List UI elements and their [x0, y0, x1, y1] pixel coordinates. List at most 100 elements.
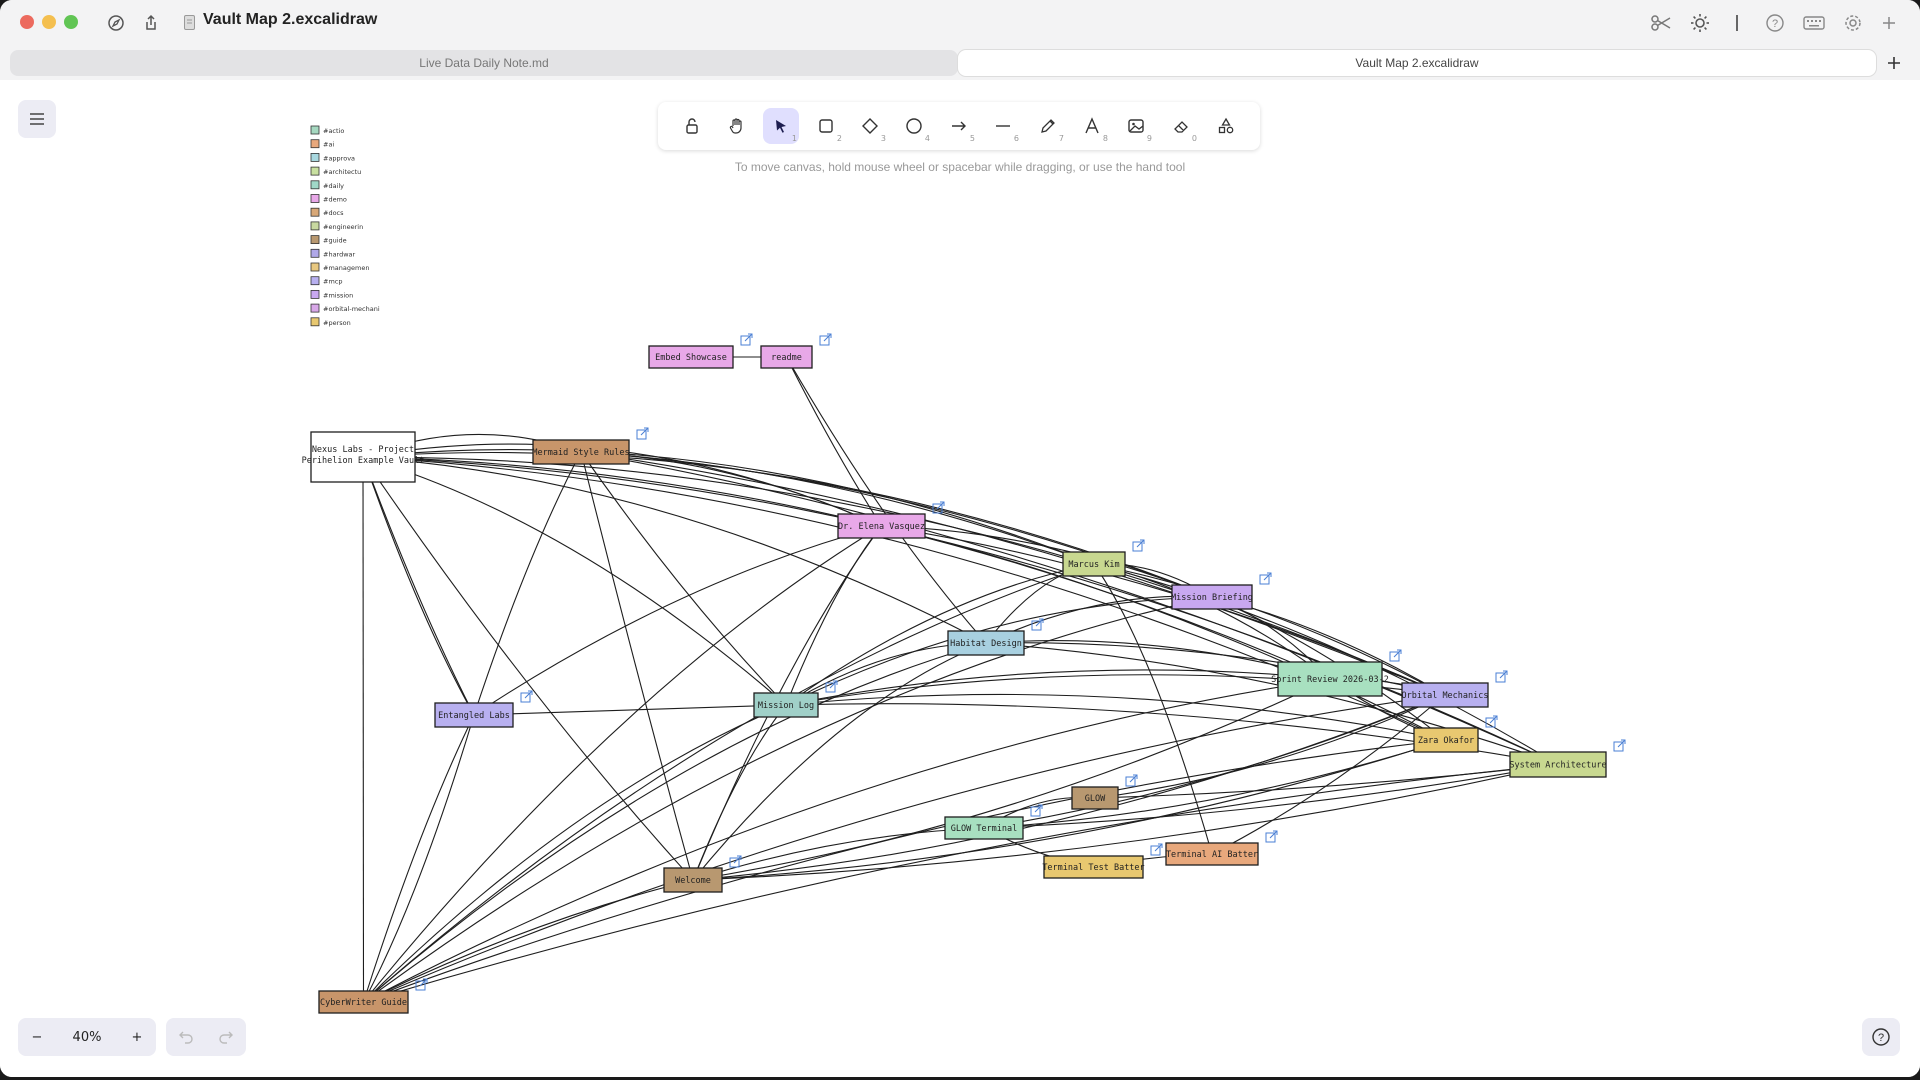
legend-item[interactable]: #guide [310, 235, 347, 245]
arrow-tool[interactable]: 5 [941, 108, 977, 144]
graph-node[interactable]: Mission Briefing [1171, 572, 1272, 610]
graph-node[interactable]: Terminal AI Batter [1165, 830, 1278, 866]
connector-arrow[interactable] [363, 456, 364, 1002]
zoom-level[interactable]: 40% [56, 1018, 118, 1056]
graph-node[interactable]: Marcus Kim [1062, 539, 1145, 577]
connector-arrow[interactable] [692, 695, 1445, 881]
connector-arrow[interactable] [362, 456, 1558, 765]
graph-node[interactable]: Orbital Mechanics [1401, 670, 1508, 708]
eraser-tool[interactable]: 0 [1163, 108, 1199, 144]
external-link-icon[interactable] [1031, 618, 1044, 631]
connector-arrow[interactable] [580, 451, 786, 705]
graph-node[interactable]: Zara Okafor [1413, 715, 1498, 753]
graph-node[interactable]: Habitat Design [947, 618, 1044, 656]
legend-item[interactable]: #docs [310, 207, 344, 217]
external-link-icon[interactable] [1259, 572, 1272, 585]
help-button[interactable]: ? [1862, 1018, 1900, 1056]
graph-node[interactable]: GLOW [1071, 774, 1138, 810]
legend-item[interactable]: #daily [310, 180, 344, 190]
graph-node[interactable]: Mermaid Style Rules [532, 427, 649, 465]
external-link-icon[interactable] [1150, 843, 1163, 856]
pencil-tool[interactable]: 7 [1030, 108, 1066, 144]
connector-arrow[interactable] [473, 526, 882, 716]
hand-tool[interactable] [719, 108, 755, 144]
connector-arrow[interactable] [785, 526, 882, 706]
new-window-plus-icon[interactable] [1876, 11, 1902, 35]
tool-shortcut: 6 [1013, 134, 1019, 143]
graph-node[interactable]: Nexus Labs - ProjectPerihelion Example V… [302, 431, 425, 483]
graph-node[interactable]: Terminal Test Batter [1042, 843, 1163, 879]
undo-icon[interactable] [166, 1018, 206, 1056]
connector-arrow[interactable] [473, 705, 786, 716]
external-link-icon[interactable] [1030, 804, 1043, 817]
ellipse-tool[interactable]: 4 [896, 108, 932, 144]
external-link-icon[interactable] [1613, 739, 1626, 752]
legend-item[interactable]: #demo [310, 194, 347, 204]
external-link-icon[interactable] [520, 690, 533, 703]
connector-arrow[interactable] [363, 765, 1559, 1003]
help-circle-icon[interactable]: ? [1762, 11, 1788, 35]
excalidraw-canvas[interactable]: #actio #ai #approva #architectu #daily #demo #… [0, 80, 1920, 1077]
zoom-out-button[interactable]: − [18, 1018, 56, 1056]
tool-shortcut: 5 [969, 134, 975, 143]
legend-item[interactable]: #person [310, 317, 351, 327]
rectangle-tool[interactable]: 2 [808, 108, 844, 144]
vault-graph[interactable]: #actio#ai#approva#architectu#daily#demo#… [0, 80, 1920, 1077]
zoom-in-button[interactable]: + [118, 1018, 156, 1056]
legend-item[interactable]: #hardwar [310, 248, 356, 258]
redo-icon[interactable] [206, 1018, 246, 1056]
external-link-icon[interactable] [415, 978, 428, 991]
minimize-window-button[interactable] [42, 15, 56, 29]
lock-tool[interactable] [674, 108, 710, 144]
legend-item[interactable]: #mission [310, 289, 353, 299]
image-tool[interactable]: 9 [1118, 108, 1154, 144]
connector-arrow[interactable] [363, 705, 787, 1003]
external-link-icon[interactable] [1132, 539, 1145, 552]
keyboard-icon[interactable] [1801, 11, 1827, 35]
selection-tool[interactable]: 1 [763, 108, 799, 144]
external-link-icon[interactable] [1495, 670, 1508, 683]
new-tab-plus-icon[interactable] [1886, 55, 1902, 75]
graph-node[interactable]: Embed Showcase [648, 333, 753, 369]
external-link-icon[interactable] [819, 333, 832, 346]
shapes-library-tool[interactable] [1208, 108, 1244, 144]
tab-vault-map-2[interactable]: Vault Map 2.excalidraw [958, 50, 1876, 76]
main-menu-button[interactable] [18, 100, 56, 138]
connector-arrow[interactable] [580, 451, 693, 880]
legend-item[interactable]: #ai [310, 139, 334, 149]
external-link-icon[interactable] [636, 427, 649, 440]
scissors-icon[interactable] [1648, 11, 1674, 35]
connector-arrow[interactable] [473, 452, 581, 716]
external-link-icon[interactable] [740, 333, 753, 346]
legend-item[interactable]: #engineerin [310, 221, 363, 231]
graph-node[interactable]: readme [760, 333, 832, 369]
connector-arrow[interactable] [785, 669, 1330, 706]
close-window-button[interactable] [20, 15, 34, 29]
connector-arrow[interactable] [983, 740, 1446, 829]
external-link-icon[interactable] [1125, 774, 1138, 787]
legend-label: #person [323, 319, 351, 327]
external-link-icon[interactable] [1389, 649, 1402, 662]
legend-item[interactable]: #managemen [310, 262, 369, 272]
tab-live-data-daily-note[interactable]: Live Data Daily Note.md [10, 50, 958, 76]
legend-swatch [310, 194, 320, 203]
sun-icon[interactable] [1687, 11, 1713, 35]
gear-icon[interactable] [1840, 11, 1866, 35]
legend-item[interactable]: #orbital-mechani [310, 303, 380, 313]
connector-arrow[interactable] [363, 457, 475, 716]
maximize-window-button[interactable] [64, 15, 78, 29]
graph-node[interactable]: Sprint Review 2026-03-2 [1271, 649, 1402, 697]
legend-item[interactable]: #mcp [310, 276, 342, 286]
line-tool[interactable]: 6 [985, 108, 1021, 144]
graph-node[interactable]: Entangled Labs [434, 690, 533, 728]
diamond-tool[interactable]: 3 [852, 108, 888, 144]
node-label: Mission Briefing [1171, 593, 1253, 603]
external-link-icon[interactable] [825, 680, 838, 693]
compass-icon[interactable] [100, 8, 132, 38]
external-link-icon[interactable] [1265, 830, 1278, 843]
connector-arrow[interactable] [363, 740, 1447, 1003]
text-tool[interactable]: 8 [1074, 108, 1110, 144]
legend-item[interactable]: #actio [310, 125, 344, 135]
connector-arrow[interactable] [362, 456, 474, 715]
share-icon[interactable] [135, 8, 167, 38]
